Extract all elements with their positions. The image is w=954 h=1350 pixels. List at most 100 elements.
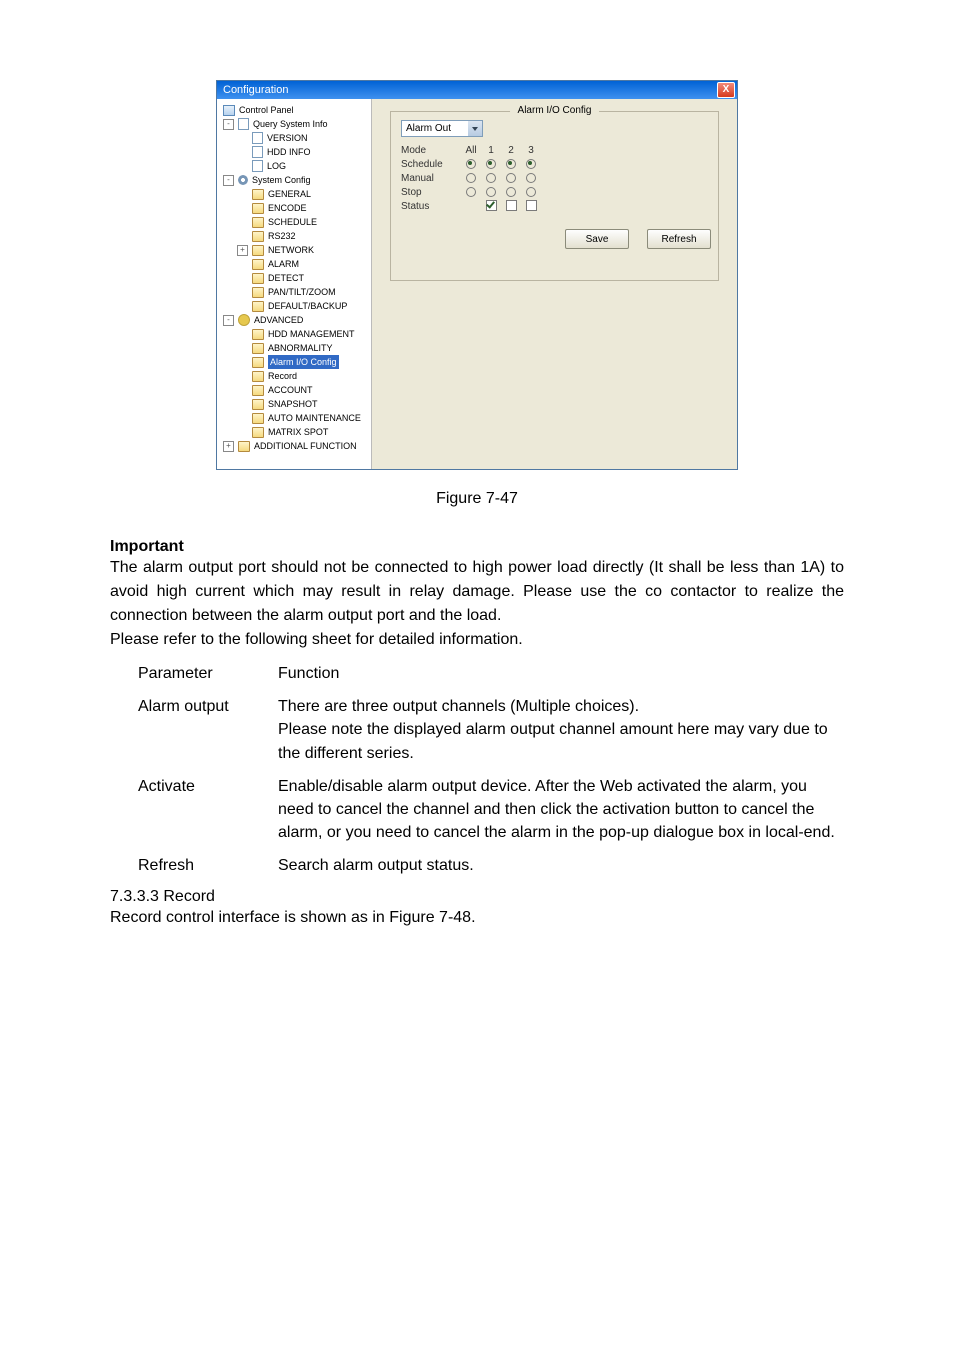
section-heading: 7.3.3.3 Record [110, 888, 844, 906]
table-row: Alarm output There are three output chan… [110, 695, 844, 765]
tree-matrixspot[interactable]: MATRIX SPOT [219, 425, 369, 439]
page-icon [252, 132, 263, 144]
radio-stop-1[interactable] [486, 187, 496, 197]
tree-encode[interactable]: ENCODE [219, 201, 369, 215]
folder-icon [252, 413, 264, 424]
folder-icon [252, 203, 264, 214]
tree-general[interactable]: GENERAL [219, 187, 369, 201]
control-panel-icon [223, 105, 235, 116]
alarm-io-group: Alarm I/O Config Alarm Out Mode All 1 2 … [390, 111, 719, 281]
important-heading: Important [110, 538, 844, 556]
expand-icon[interactable]: + [223, 441, 234, 452]
radio-schedule-1[interactable] [486, 159, 496, 169]
radio-manual-1[interactable] [486, 173, 496, 183]
expand-icon[interactable]: + [237, 245, 248, 256]
tree-automaint[interactable]: AUTO MAINTENANCE [219, 411, 369, 425]
folder-icon [252, 245, 264, 256]
save-button[interactable]: Save [565, 229, 629, 249]
radio-schedule-all[interactable] [466, 159, 476, 169]
tree-record[interactable]: Record [219, 369, 369, 383]
table-row: Activate Enable/disable alarm output dev… [110, 775, 844, 845]
tree-sysconf[interactable]: -System Config [219, 173, 369, 187]
header-parameter: Parameter [138, 662, 278, 685]
body-para-2: Please refer to the following sheet for … [110, 628, 844, 652]
tree-query[interactable]: -Query System Info [219, 117, 369, 131]
param-name: Alarm output [138, 695, 278, 765]
tree-snapshot[interactable]: SNAPSHOT [219, 397, 369, 411]
param-name: Refresh [138, 854, 278, 877]
close-icon[interactable]: X [717, 82, 735, 98]
tree-abnormality[interactable]: ABNORMALITY [219, 341, 369, 355]
alarm-out-select[interactable]: Alarm Out [401, 120, 483, 137]
folder-icon [252, 385, 264, 396]
tree-alarm-io[interactable]: Alarm I/O Config [219, 355, 369, 369]
figure-caption: Figure 7-47 [110, 490, 844, 508]
collapse-icon[interactable]: - [223, 119, 234, 130]
grid-row-stop: Stop [401, 185, 708, 199]
folder-icon [252, 427, 264, 438]
folder-icon [252, 273, 264, 284]
tree-ptz[interactable]: PAN/TILT/ZOOM [219, 285, 369, 299]
radio-manual-all[interactable] [466, 173, 476, 183]
radio-stop-2[interactable] [506, 187, 516, 197]
header-function: Function [278, 662, 844, 685]
section-body: Record control interface is shown as in … [110, 906, 844, 930]
tree-schedule[interactable]: SCHEDULE [219, 215, 369, 229]
radio-schedule-2[interactable] [506, 159, 516, 169]
refresh-button[interactable]: Refresh [647, 229, 711, 249]
content-pane: Alarm I/O Config Alarm Out Mode All 1 2 … [372, 99, 737, 469]
mode-grid: Mode All 1 2 3 Schedule [401, 143, 708, 213]
radio-manual-3[interactable] [526, 173, 536, 183]
param-func: Enable/disable alarm output device. Afte… [278, 775, 844, 845]
table-header: Parameter Function [110, 662, 844, 685]
folder-icon [252, 357, 264, 368]
folder-icon [252, 259, 264, 270]
tree-hddmgmt[interactable]: HDD MANAGEMENT [219, 327, 369, 341]
tree-hddinfo[interactable]: HDD INFO [219, 145, 369, 159]
radio-manual-2[interactable] [506, 173, 516, 183]
collapse-icon[interactable]: - [223, 315, 234, 326]
status-check-1[interactable] [486, 200, 497, 211]
chevron-down-icon[interactable] [468, 121, 482, 136]
tree-control-panel[interactable]: Control Panel [219, 103, 369, 117]
tree-default[interactable]: DEFAULT/BACKUP [219, 299, 369, 313]
status-check-2[interactable] [506, 200, 517, 211]
tree-version[interactable]: VERSION [219, 131, 369, 145]
body-para-1: The alarm output port should not be conn… [110, 556, 844, 628]
parameter-table: Parameter Function Alarm output There ar… [110, 662, 844, 878]
collapse-icon[interactable]: - [223, 175, 234, 186]
group-title: Alarm I/O Config [510, 105, 600, 116]
dropdown-value: Alarm Out [402, 123, 468, 134]
folder-icon [238, 118, 249, 130]
folder-icon [238, 441, 250, 452]
tree-network[interactable]: +NETWORK [219, 243, 369, 257]
gear-icon [238, 175, 248, 185]
grid-row-status: Status [401, 199, 708, 213]
radio-stop-3[interactable] [526, 187, 536, 197]
nav-tree: Control Panel -Query System Info VERSION… [217, 99, 372, 469]
config-window: Configuration X Control Panel -Query Sys… [216, 80, 738, 470]
radio-stop-all[interactable] [466, 187, 476, 197]
titlebar: Configuration X [217, 81, 737, 99]
tree-additional[interactable]: +ADDITIONAL FUNCTION [219, 439, 369, 453]
status-check-3[interactable] [526, 200, 537, 211]
folder-icon [252, 231, 264, 242]
tree-alarm[interactable]: ALARM [219, 257, 369, 271]
tree-advanced[interactable]: -ADVANCED [219, 313, 369, 327]
param-func: Please note the displayed alarm output c… [278, 718, 844, 764]
page-icon [252, 160, 263, 172]
radio-schedule-3[interactable] [526, 159, 536, 169]
folder-icon [252, 301, 264, 312]
folder-icon [252, 217, 264, 228]
grid-header: Mode All 1 2 3 [401, 143, 708, 157]
folder-icon [252, 329, 264, 340]
tree-account[interactable]: ACCOUNT [219, 383, 369, 397]
tree-log[interactable]: LOG [219, 159, 369, 173]
param-func: Search alarm output status. [278, 854, 844, 877]
page-icon [252, 146, 263, 158]
grid-row-schedule: Schedule [401, 157, 708, 171]
folder-icon [252, 371, 264, 382]
folder-icon [252, 399, 264, 410]
tree-rs232[interactable]: RS232 [219, 229, 369, 243]
tree-detect[interactable]: DETECT [219, 271, 369, 285]
